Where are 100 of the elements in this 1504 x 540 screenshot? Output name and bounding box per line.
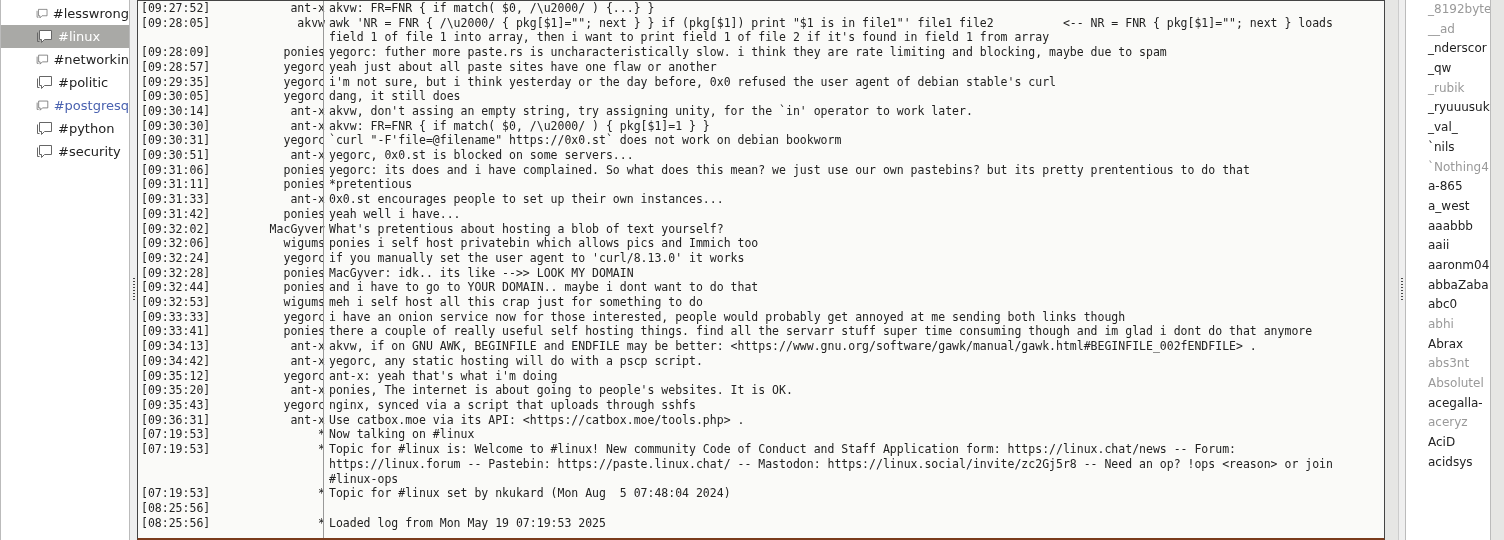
message-text: yegorc: futher more paste.rs is uncharacteristically slow. i think they are rate limiting and blocking, maybe due to spam bbox=[329, 45, 1168, 60]
timestamp: [09:36:31] bbox=[141, 412, 212, 428]
nickname: yegorc bbox=[282, 309, 325, 325]
timestamp: [09:30:31] bbox=[141, 133, 212, 149]
message-text: nginx, synced via a script that uploads through sshfs bbox=[329, 398, 697, 413]
timestamp: [09:32:24] bbox=[141, 250, 212, 266]
user-item[interactable]: _nderscor bbox=[1428, 39, 1490, 60]
user-item[interactable]: a-865 bbox=[1428, 177, 1490, 197]
timestamp: [09:32:06] bbox=[141, 236, 212, 251]
message-text: yegorc, 0x0.st is blocked on some servers... bbox=[329, 148, 635, 163]
nickname: yegorc bbox=[282, 250, 325, 266]
timestamp: [09:30:14] bbox=[141, 103, 212, 119]
channel-item[interactable]: #lesswrong bbox=[1, 2, 129, 25]
timestamp: [07:19:53] bbox=[141, 427, 212, 443]
nickname: yegorc bbox=[282, 59, 325, 75]
timestamp: [09:30:05] bbox=[141, 89, 212, 104]
timestamp: [09:29:35] bbox=[141, 74, 212, 90]
timestamp: [09:33:33] bbox=[141, 309, 212, 325]
user-item[interactable]: aaii bbox=[1428, 236, 1490, 256]
timestamp: [07:19:53] bbox=[141, 442, 212, 459]
splitter-handle[interactable] bbox=[1401, 278, 1403, 302]
user-item[interactable]: _ryuuusuk bbox=[1428, 98, 1490, 119]
timestamp: [09:32:53] bbox=[141, 295, 212, 310]
nickname: ant-x bbox=[289, 339, 325, 354]
message-text: yegorc: its does and i have complained. So what does this mean? we just use our own pastebins? but its pretty prententious to do that bbox=[329, 162, 1251, 178]
message-text: and i have to go to YOUR DOMAIN.. maybe i dont want to do that bbox=[329, 280, 760, 296]
timestamp: [09:32:02] bbox=[141, 221, 212, 237]
message-text: Topic for #linux set by nkukard (Mon Aug 5 07:48:04 2024) bbox=[329, 486, 732, 501]
message-text: akvw: FR=FNR { if match( $0, /\u2000/ ) {...} } bbox=[329, 1, 656, 16]
timestamp: [09:31:11] bbox=[141, 177, 212, 193]
user-item[interactable]: aaabbb bbox=[1428, 216, 1490, 237]
timestamp: [09:34:13] bbox=[141, 339, 212, 354]
user-item[interactable]: AciD bbox=[1428, 433, 1490, 453]
nickname: ant-x bbox=[289, 148, 325, 163]
chat-bubble-icon bbox=[36, 51, 50, 68]
timestamp: [07:19:53] bbox=[141, 486, 212, 501]
timestamp: [08:25:56] bbox=[141, 515, 212, 531]
message-text: Use catbox.moe via its API: <https://catbox.moe/tools.php> . bbox=[329, 412, 746, 428]
message-text: Topic for #linux is: Welcome to #linux! New community Code of Conduct and Staff Application form: https://linux.chat/news -- Forum: https://linux.forum -- Pastebin: https://paste.linux.chat/ -- Mastodon: https://linux.social/invite/zc2Gj5r8 -- Need an op? !ops <reason> or join #linux-ops bbox=[329, 442, 1334, 487]
message-text: yegorc, any static hosting will do with a pscp script. bbox=[329, 353, 704, 369]
chat-bubble-icon bbox=[36, 28, 54, 45]
channel-item[interactable]: #postgresq bbox=[1, 94, 129, 117]
user-item[interactable]: abbaZaba bbox=[1428, 275, 1490, 296]
nickname: ponies bbox=[282, 265, 325, 281]
message-text: meh i self host all this crap just for something to do bbox=[329, 295, 704, 310]
timestamp: [09:28:57] bbox=[141, 59, 212, 75]
user-item[interactable]: `nils bbox=[1428, 137, 1490, 158]
timestamp: [09:28:05] bbox=[141, 15, 212, 32]
timestamp: [09:31:06] bbox=[141, 162, 212, 178]
scrollbar[interactable] bbox=[1385, 0, 1399, 540]
nickname: MacGyver bbox=[268, 221, 325, 237]
nickname: ponies bbox=[282, 177, 325, 193]
timestamp: [09:28:09] bbox=[141, 45, 212, 60]
nickname: ponies bbox=[282, 206, 325, 222]
chat-bubble-icon bbox=[36, 143, 54, 160]
timestamp: [08:25:56] bbox=[141, 500, 212, 516]
nickname: ant-x bbox=[289, 103, 325, 119]
nickname: yegorc bbox=[282, 368, 325, 384]
timestamp: [09:27:52] bbox=[141, 1, 212, 16]
nickname: ant-x bbox=[289, 192, 325, 207]
channel-item[interactable]: #security bbox=[1, 140, 129, 163]
message-text: i'm not sure, but i think yesterday or the day before, 0x0 refused the user agent of debian stable's curl bbox=[329, 74, 1057, 90]
user-item[interactable]: _qw bbox=[1428, 59, 1490, 79]
timestamp: [09:35:20] bbox=[141, 383, 212, 398]
channel-item[interactable]: #networkin bbox=[1, 48, 129, 71]
message-text: there a couple of really useful self hosting things. find all the servarr stuff super time consuming though and im glad i dont do that anymore bbox=[329, 324, 1314, 340]
channel-item[interactable]: #python bbox=[1, 117, 129, 140]
message-text: Loaded log from Mon May 19 07:19:53 2025 bbox=[329, 515, 607, 531]
message-text: ponies i self host privatebin which allows pics and Immich too bbox=[329, 236, 760, 251]
user-item[interactable]: Abrax bbox=[1428, 334, 1490, 355]
user-item[interactable]: aaronm04 bbox=[1428, 255, 1490, 276]
message-text: akvw, don't assing an empty string, try assigning unity, for the `in' operator to work later. bbox=[329, 103, 974, 119]
chat-bubble-icon bbox=[36, 97, 50, 114]
user-item[interactable]: a_west bbox=[1428, 196, 1490, 217]
timestamp: [09:35:43] bbox=[141, 398, 212, 413]
timestamp: [09:30:30] bbox=[141, 118, 212, 134]
message-text: ponies, The internet is about going to people's websites. It is OK. bbox=[329, 383, 794, 398]
nickname: ant-x bbox=[289, 1, 325, 16]
nickname: yegorc bbox=[282, 74, 325, 90]
timestamp: [09:32:44] bbox=[141, 280, 212, 296]
user-item[interactable]: _val_ bbox=[1428, 118, 1490, 138]
message-text: MacGyver: idk.. its like -->> LOOK MY DOMAIN bbox=[329, 265, 635, 281]
scrollbar[interactable] bbox=[1491, 0, 1504, 540]
chat-bubble-icon bbox=[36, 120, 54, 137]
nickname: yegorc bbox=[282, 89, 325, 104]
nickname: ponies bbox=[282, 162, 325, 178]
splitter-handle[interactable] bbox=[132, 278, 135, 302]
nickname: ant-x bbox=[289, 353, 325, 369]
message-text: `curl "-F'file=@filename" https://0x0.st` does not work on debian bookworm bbox=[329, 133, 843, 149]
user-item[interactable]: abc0 bbox=[1428, 295, 1490, 315]
nickname: yegorc bbox=[282, 398, 325, 413]
chat-bubble-icon bbox=[36, 74, 54, 91]
message-text: yeah well i have... bbox=[329, 206, 462, 222]
timestamp: [09:34:42] bbox=[141, 353, 212, 369]
user-item[interactable]: acidsys bbox=[1428, 452, 1490, 473]
channel-item[interactable]: #politic bbox=[1, 71, 129, 94]
user-item[interactable]: acegalla- bbox=[1428, 393, 1490, 414]
message-text: *pretentious bbox=[329, 177, 414, 193]
nickname: ponies bbox=[282, 324, 325, 340]
message-text: What's pretentious about hosting a blob of text yourself? bbox=[329, 221, 725, 237]
